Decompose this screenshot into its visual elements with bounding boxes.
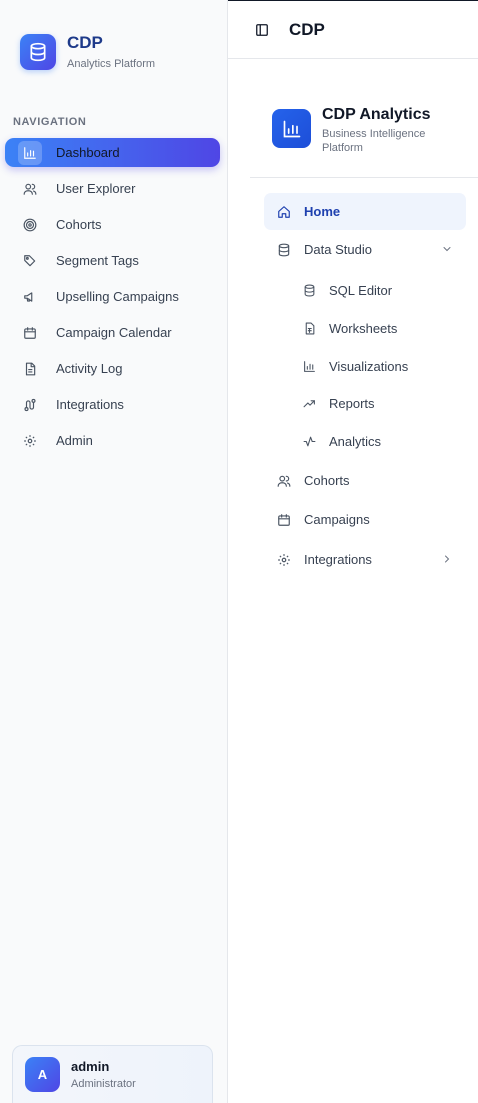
- users-icon: [18, 177, 42, 201]
- page-title: CDP: [289, 20, 325, 39]
- nav-item-dashboard[interactable]: Dashboard: [5, 138, 220, 167]
- divider: [250, 177, 478, 178]
- bar-chart-icon: [18, 140, 42, 165]
- brand[interactable]: CDP Analytics Platform: [20, 33, 155, 71]
- calendar-icon: [276, 512, 292, 528]
- avatar: A: [25, 1057, 60, 1092]
- gear-icon: [276, 552, 292, 568]
- nav-item-segment-tags[interactable]: Segment Tags: [5, 246, 220, 275]
- panel-item-label: Home: [304, 204, 341, 219]
- panel-subitem-visualizations[interactable]: Visualizations: [290, 350, 466, 382]
- nav-item-label: User Explorer: [56, 181, 136, 196]
- sidebar: CDP Analytics Platform NAVIGATION Dashbo…: [0, 0, 228, 1103]
- chevron-down-icon[interactable]: [440, 242, 454, 256]
- panel-item-integrations[interactable]: Integrations: [264, 541, 466, 578]
- nav-item-admin[interactable]: Admin: [5, 426, 220, 455]
- panel-item-label: Integrations: [304, 552, 372, 567]
- database-icon: [276, 242, 292, 258]
- main-nav: Dashboard User Explorer Cohorts Segment …: [5, 138, 220, 462]
- panel-subitem-sql-editor[interactable]: SQL Editor: [290, 274, 466, 306]
- database-icon: [20, 34, 56, 70]
- sidebar-toggle-icon[interactable]: [252, 20, 272, 40]
- nav-item-label: Admin: [56, 433, 93, 448]
- megaphone-icon: [18, 285, 42, 309]
- nav-item-activity-log[interactable]: Activity Log: [5, 354, 220, 383]
- panel-subitem-analytics[interactable]: Analytics: [290, 425, 466, 457]
- panel-item-label: Cohorts: [304, 473, 350, 488]
- user-card[interactable]: A admin Administrator: [12, 1045, 213, 1103]
- bar-chart-icon: [272, 109, 311, 148]
- panel-subitem-label: Analytics: [329, 433, 382, 449]
- panel-item-cohorts[interactable]: Cohorts: [264, 462, 466, 499]
- file-text-icon: [18, 357, 42, 381]
- user-role: Administrator: [71, 1077, 136, 1090]
- topbar: CDP: [228, 0, 478, 59]
- gear-icon: [18, 429, 42, 453]
- nav-item-user-explorer[interactable]: User Explorer: [5, 174, 220, 203]
- bar-chart-icon: [302, 359, 316, 373]
- activity-icon: [302, 434, 316, 448]
- nav-item-label: Activity Log: [56, 361, 123, 376]
- panel-subitem-worksheets[interactable]: Worksheets: [290, 312, 466, 344]
- nav-heading: NAVIGATION: [13, 116, 87, 128]
- brand-title: CDP: [67, 33, 103, 52]
- panel-item-home[interactable]: Home: [264, 193, 466, 230]
- panel-subitem-label: Visualizations: [329, 358, 409, 374]
- brand-subtitle: Analytics Platform: [67, 58, 156, 70]
- panel-subitem-label: Worksheets: [329, 320, 398, 336]
- nav-item-label: Cohorts: [56, 217, 102, 232]
- chevron-right-icon[interactable]: [440, 552, 454, 566]
- nav-item-upselling-campaigns[interactable]: Upselling Campaigns: [5, 282, 220, 311]
- panel-item-campaigns[interactable]: Campaigns: [264, 501, 466, 538]
- panel-brand: CDP Analytics Business Intelligence Plat…: [272, 107, 442, 155]
- panel-subitem-reports[interactable]: Reports: [290, 387, 466, 419]
- panel-subitem-label: SQL Editor: [329, 282, 393, 298]
- sheet-icon: [302, 321, 316, 335]
- panel-item-label: Campaigns: [304, 512, 370, 527]
- user-name: admin: [71, 1058, 110, 1074]
- panel-title: CDP Analytics: [322, 106, 431, 123]
- users-icon: [276, 473, 292, 489]
- panel-subitem-label: Reports: [329, 395, 375, 411]
- panel-item-data-studio[interactable]: Data Studio: [264, 231, 466, 268]
- route-icon: [18, 393, 42, 417]
- nav-item-label: Segment Tags: [56, 253, 139, 268]
- panel-subtitle: Business Intelligence Platform: [322, 128, 426, 154]
- calendar-icon: [18, 321, 42, 345]
- nav-item-integrations[interactable]: Integrations: [5, 390, 220, 419]
- nav-item-label: Upselling Campaigns: [56, 289, 179, 304]
- tags-icon: [18, 249, 42, 273]
- nav-item-label: Campaign Calendar: [56, 325, 172, 340]
- home-icon: [276, 204, 292, 220]
- nav-item-campaign-calendar[interactable]: Campaign Calendar: [5, 318, 220, 347]
- nav-item-cohorts[interactable]: Cohorts: [5, 210, 220, 239]
- target-icon: [18, 213, 42, 237]
- trending-up-icon: [302, 396, 316, 410]
- panel-item-label: Data Studio: [304, 242, 372, 257]
- database-icon: [302, 283, 316, 297]
- nav-item-label: Integrations: [56, 397, 124, 412]
- nav-item-label: Dashboard: [56, 145, 120, 160]
